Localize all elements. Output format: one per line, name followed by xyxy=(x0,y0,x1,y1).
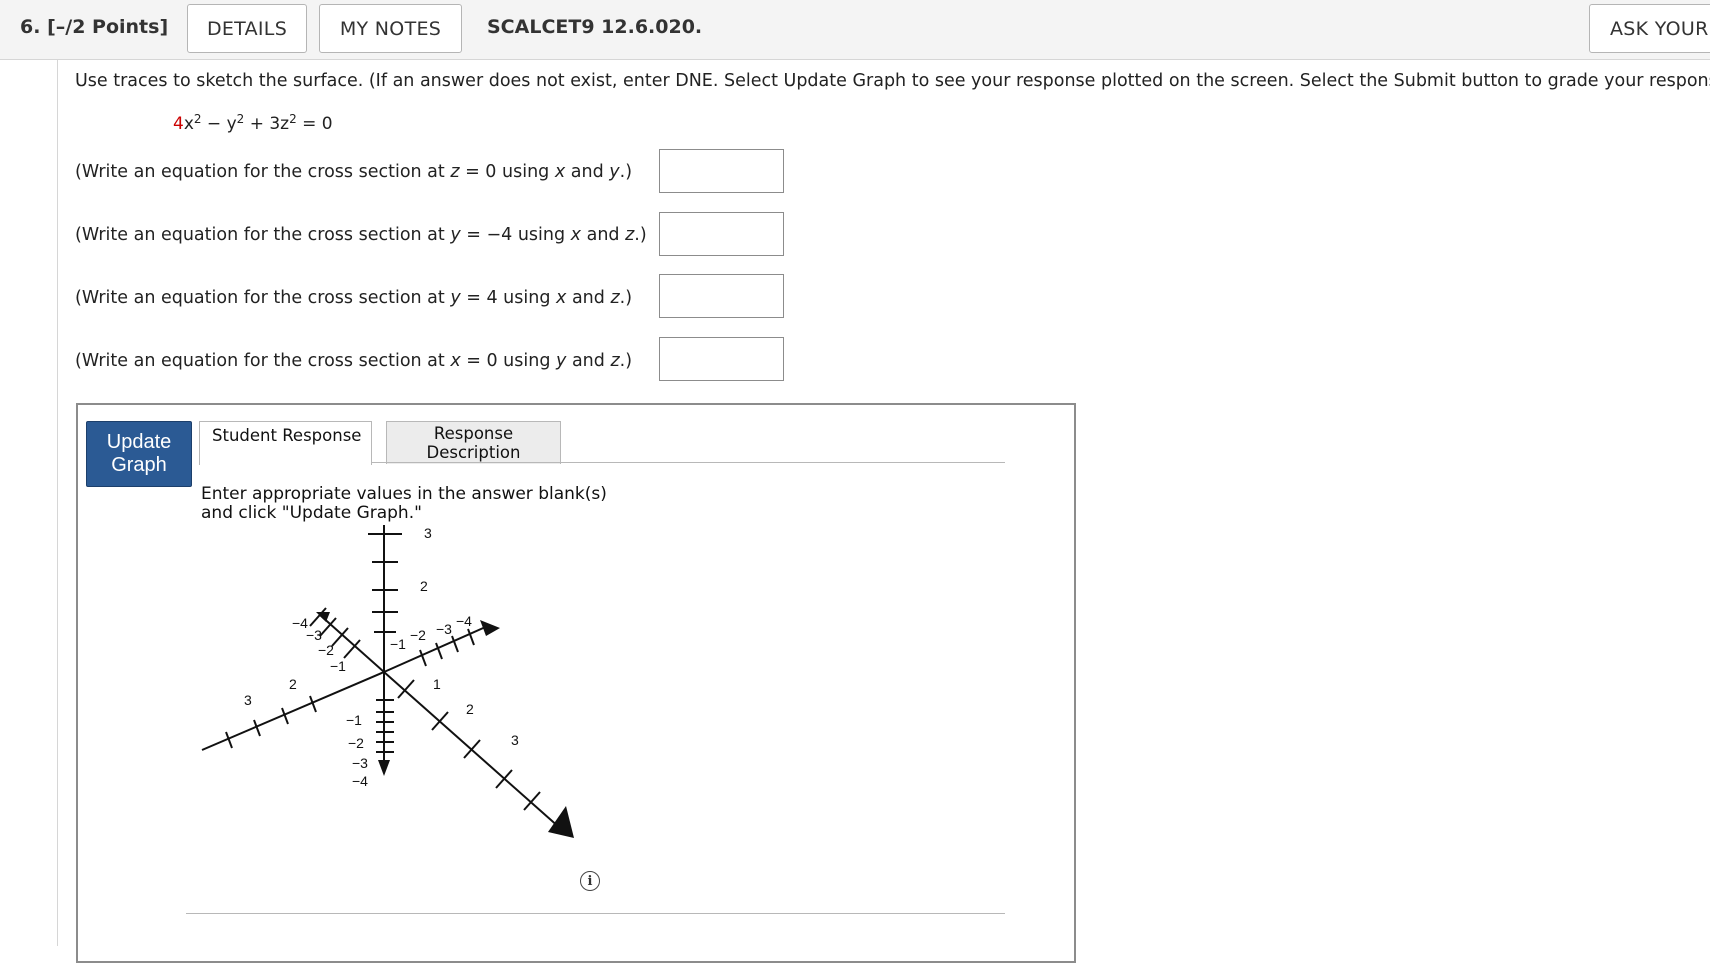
my-notes-button[interactable]: MY NOTES xyxy=(319,4,462,53)
prompt-cross-section-y4: (Write an equation for the cross section… xyxy=(75,288,633,308)
ask-your-teacher-button[interactable]: ASK YOUR xyxy=(1589,4,1710,53)
content-left-border xyxy=(57,60,58,946)
answer-input-y-neg4[interactable] xyxy=(659,212,784,256)
tab-student-response[interactable]: Student Response xyxy=(199,421,372,465)
question-number-points: 6. [–/2 Points] xyxy=(20,16,168,38)
info-icon[interactable]: i xyxy=(580,871,600,891)
graph-message: Enter appropriate values in the answer b… xyxy=(201,484,607,523)
tab-response-description[interactable]: Response Description xyxy=(386,421,561,464)
panel-bottom-divider xyxy=(186,913,1005,914)
question-header: 6. [–/2 Points] DETAILS MY NOTES SCALCET… xyxy=(0,0,1710,60)
prompt-cross-section-z0: (Write an equation for the cross section… xyxy=(75,162,633,182)
answer-input-y4[interactable] xyxy=(659,274,784,318)
tab-divider xyxy=(372,462,1005,463)
prompt-cross-section-y-neg4: (Write an equation for the cross section… xyxy=(75,225,647,245)
prompt-cross-section-x0: (Write an equation for the cross section… xyxy=(75,351,633,371)
equation-coefficient: 4 xyxy=(173,114,184,134)
question-number: 6. xyxy=(20,16,41,38)
answer-input-z0[interactable] xyxy=(659,149,784,193)
surface-equation: 4x2 − y2 + 3z2 = 0 xyxy=(173,112,333,134)
question-points: [–/2 Points] xyxy=(47,16,169,38)
assignment-code: SCALCET9 12.6.020. xyxy=(487,16,703,38)
answer-input-x0[interactable] xyxy=(659,337,784,381)
question-instructions: Use traces to sketch the surface. (If an… xyxy=(75,71,1710,91)
details-button[interactable]: DETAILS xyxy=(187,4,307,53)
update-graph-button[interactable]: Update Graph xyxy=(86,421,192,487)
